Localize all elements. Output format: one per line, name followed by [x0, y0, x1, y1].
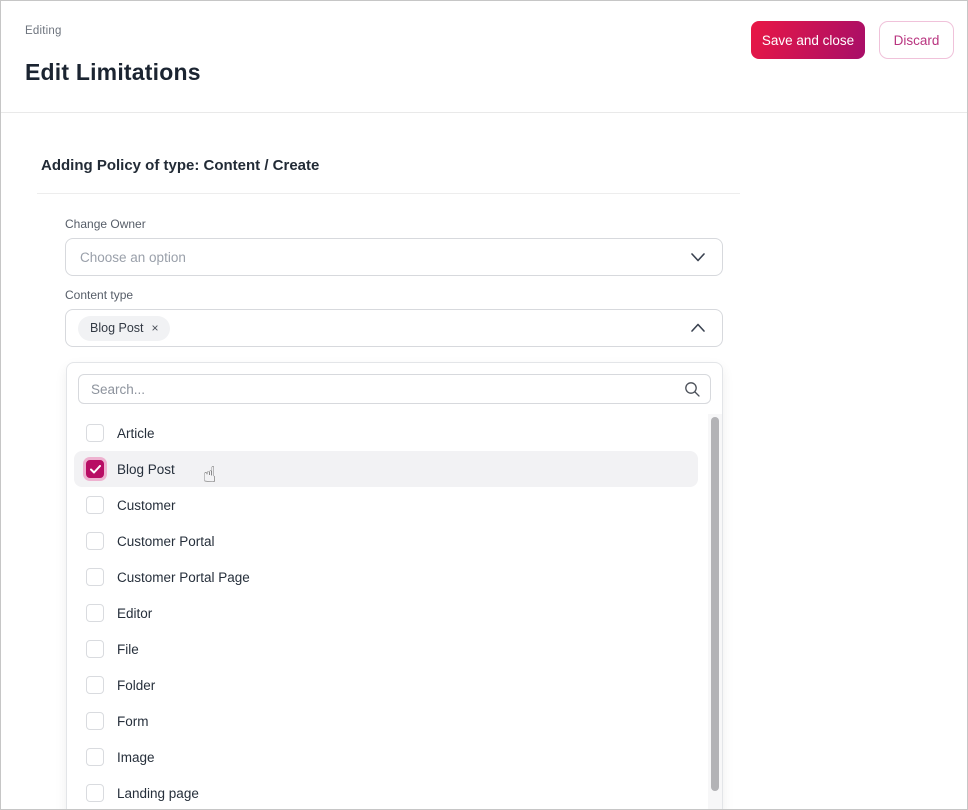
checkbox[interactable]	[86, 460, 104, 478]
content-type-label: Content type	[65, 288, 134, 302]
editing-status-label: Editing	[25, 25, 62, 37]
chevron-up-icon	[691, 323, 705, 332]
checkbox[interactable]	[86, 676, 104, 694]
discard-button[interactable]: Discard	[879, 21, 954, 59]
option-row[interactable]: Landing page	[74, 775, 698, 809]
option-row[interactable]: Folder	[74, 667, 698, 703]
checkbox[interactable]	[86, 784, 104, 802]
option-row[interactable]: Editor	[74, 595, 698, 631]
option-row[interactable]: Customer Portal	[74, 523, 698, 559]
section-divider	[37, 193, 740, 194]
search-icon	[685, 382, 700, 397]
checkmark-icon	[89, 464, 101, 473]
remove-tag-icon[interactable]: ×	[152, 322, 159, 334]
dropdown-search	[78, 374, 711, 404]
checkbox[interactable]	[86, 496, 104, 514]
option-label: Image	[117, 749, 155, 765]
option-label: Customer Portal Page	[117, 569, 250, 585]
save-and-close-button[interactable]: Save and close	[751, 21, 865, 59]
change-owner-label: Change Owner	[65, 217, 146, 231]
option-list: Article Blog Post Customer Customer Port…	[67, 415, 722, 809]
option-label: Customer	[117, 497, 176, 513]
option-label: Blog Post	[117, 461, 175, 477]
edit-limitations-page: Editing Edit Limitations Save and close …	[0, 0, 968, 810]
page-header: Editing Edit Limitations Save and close …	[1, 1, 967, 113]
page-title: Edit Limitations	[25, 59, 201, 85]
option-row[interactable]: Article	[74, 415, 698, 451]
policy-section-title: Adding Policy of type: Content / Create	[41, 157, 320, 174]
change-owner-select[interactable]: Choose an option	[65, 238, 723, 276]
search-input[interactable]	[78, 374, 711, 404]
content-type-select[interactable]: Blog Post ×	[65, 309, 723, 347]
option-row[interactable]: Blog Post	[74, 451, 698, 487]
option-label: Editor	[117, 605, 153, 621]
dropdown-scrollbar-track[interactable]	[708, 414, 722, 809]
option-row[interactable]: Customer	[74, 487, 698, 523]
option-row[interactable]: Customer Portal Page	[74, 559, 698, 595]
chevron-down-icon	[691, 253, 705, 262]
change-owner-placeholder: Choose an option	[80, 249, 186, 265]
option-row[interactable]: Image	[74, 739, 698, 775]
content-type-field: Content type Blog Post ×	[65, 288, 723, 347]
checkbox[interactable]	[86, 604, 104, 622]
checkbox[interactable]	[86, 568, 104, 586]
option-label: Folder	[117, 677, 156, 693]
checkbox[interactable]	[86, 748, 104, 766]
checkbox[interactable]	[86, 712, 104, 730]
content-type-dropdown: Article Blog Post Customer Customer Port…	[66, 362, 723, 809]
checkbox[interactable]	[86, 424, 104, 442]
dropdown-scrollbar-thumb[interactable]	[711, 417, 719, 791]
option-row[interactable]: Form	[74, 703, 698, 739]
option-label: File	[117, 641, 139, 657]
selected-tag-label: Blog Post	[90, 320, 144, 335]
option-label: Form	[117, 713, 149, 729]
option-label: Article	[117, 425, 155, 441]
option-label: Landing page	[117, 785, 199, 801]
selected-tag-blog-post: Blog Post ×	[78, 315, 170, 341]
option-row[interactable]: File	[74, 631, 698, 667]
option-label: Customer Portal	[117, 533, 215, 549]
checkbox[interactable]	[86, 532, 104, 550]
checkbox[interactable]	[86, 640, 104, 658]
change-owner-field: Change Owner Choose an option	[65, 217, 723, 276]
